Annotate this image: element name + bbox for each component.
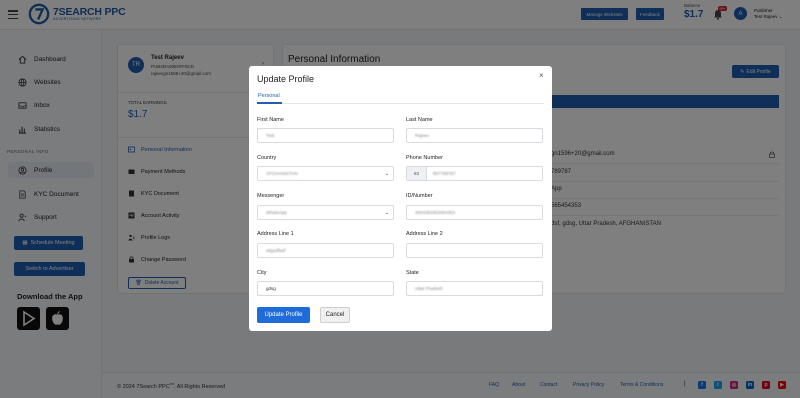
update-profile-button[interactable]: Update Profile [257, 307, 310, 323]
country-value: AFGHANISTAN [266, 171, 298, 176]
first-name-value: Test [266, 133, 275, 138]
city-input[interactable]: gdsg [257, 281, 394, 296]
tab-active-indicator [257, 102, 282, 104]
phone-number-label: Phone Number [406, 155, 443, 161]
last-name-label: Last Name [406, 117, 433, 123]
cancel-button[interactable]: Cancel [320, 307, 350, 323]
id-number-value: 4554353453454353 [415, 210, 456, 215]
close-icon[interactable]: × [539, 71, 544, 80]
chevron-down-icon: ⌄ [384, 171, 389, 177]
phone-country-code: 93 [407, 167, 427, 180]
id-number-label: ID/Number [406, 193, 433, 199]
messenger-label: Messenger [257, 193, 285, 199]
first-name-label: First Name [257, 117, 284, 123]
first-name-input[interactable]: Test [257, 128, 394, 143]
phone-number-value: 897789787 [433, 171, 456, 176]
address-line-1-value: sdgsdfsef [266, 248, 286, 253]
address-line-2-input[interactable] [406, 243, 543, 258]
address-line-1-label: Address Line 1 [257, 231, 294, 237]
country-select[interactable]: AFGHANISTAN ⌄ [257, 166, 394, 181]
city-label: City [257, 270, 267, 276]
last-name-input[interactable]: Rajeev [406, 128, 543, 143]
phone-number-input[interactable]: 93 897789787 [406, 166, 543, 181]
messenger-select[interactable]: WhatsApp ⌄ [257, 205, 394, 220]
state-label: State [406, 270, 419, 276]
tab-divider [257, 103, 544, 104]
last-name-value: Rajeev [415, 133, 430, 138]
tab-personal[interactable]: Personal [258, 93, 280, 99]
address-line-1-input[interactable]: sdgsdfsef [257, 243, 394, 258]
city-value: gdsg [266, 286, 276, 291]
update-profile-modal: Update Profile × Personal First Name Tes… [249, 66, 552, 331]
country-label: Country [257, 155, 277, 161]
state-value: Uttar Pradesh [415, 286, 443, 291]
messenger-value: WhatsApp [266, 210, 287, 215]
modal-title: Update Profile [257, 74, 315, 84]
state-input[interactable]: Uttar Pradesh [406, 281, 543, 296]
address-line-2-label: Address Line 2 [406, 231, 443, 237]
chevron-down-icon: ⌄ [384, 210, 389, 216]
id-number-input[interactable]: 4554353453454353 [406, 205, 543, 220]
